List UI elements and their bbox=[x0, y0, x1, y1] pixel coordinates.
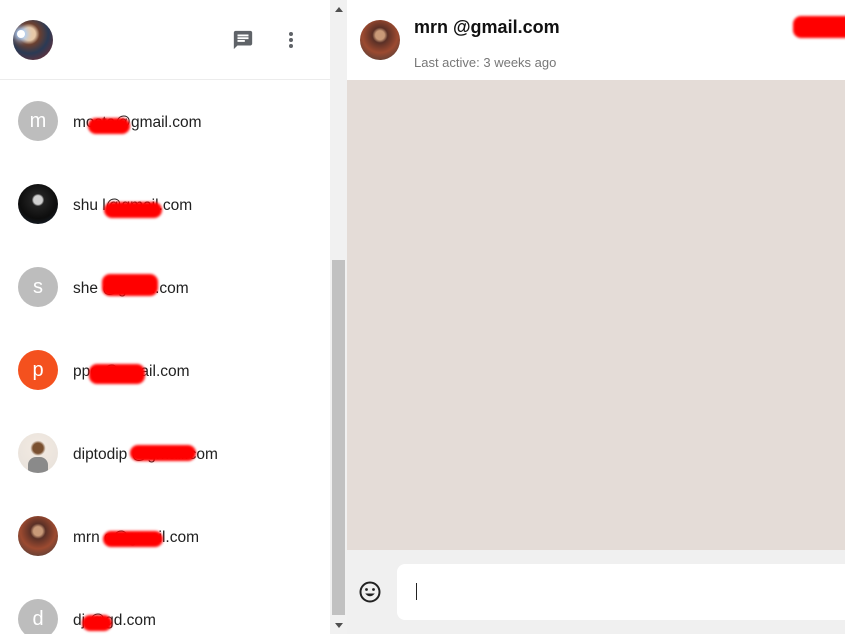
redaction-mark bbox=[102, 274, 158, 296]
contact-avatar: s bbox=[18, 267, 58, 307]
peer-name: mrn @gmail.com bbox=[414, 17, 560, 37]
contact-item[interactable]: d dj @gd.com bbox=[0, 578, 330, 634]
redaction-mark bbox=[88, 118, 130, 134]
chat-app: m mosta@gmail.com shu l@gmail.com s she … bbox=[0, 0, 845, 634]
peer-avatar[interactable] bbox=[360, 20, 400, 60]
redaction-mark bbox=[103, 531, 163, 547]
scroll-thumb[interactable] bbox=[332, 260, 345, 615]
avatar-initial: m bbox=[29, 109, 47, 132]
redaction-mark bbox=[793, 16, 845, 38]
contact-avatar bbox=[18, 433, 58, 473]
message-input[interactable] bbox=[397, 564, 845, 620]
contact-avatar: p bbox=[18, 350, 58, 390]
sidebar-scrollbar[interactable] bbox=[330, 0, 347, 634]
contact-avatar bbox=[18, 516, 58, 556]
chat-header: mrn @gmail.com Last active: 3 weeks ago bbox=[347, 0, 845, 80]
contact-avatar: d bbox=[18, 599, 58, 634]
contact-item[interactable]: m mosta@gmail.com bbox=[0, 80, 330, 163]
sidebar-header bbox=[0, 0, 330, 80]
user-avatar[interactable] bbox=[13, 20, 53, 60]
message-area bbox=[347, 80, 845, 550]
contact-item[interactable]: shu l@gmail.com bbox=[0, 163, 330, 246]
message-composer bbox=[347, 550, 845, 634]
contact-avatar bbox=[18, 184, 58, 224]
text-cursor bbox=[416, 583, 417, 600]
redaction-mark bbox=[104, 202, 162, 218]
contact-item[interactable]: s she @gmail.com bbox=[0, 246, 330, 329]
contact-item[interactable]: mrn e@gmail.com bbox=[0, 495, 330, 578]
scroll-down-icon[interactable] bbox=[330, 617, 347, 634]
avatar-initial: p bbox=[32, 358, 44, 381]
last-active-status: Last active: 3 weeks ago bbox=[414, 55, 557, 70]
contact-item[interactable]: p ppo @gmail.com bbox=[0, 329, 330, 412]
chat-panel: mrn @gmail.com Last active: 3 weeks ago bbox=[347, 0, 845, 634]
redaction-mark bbox=[130, 445, 196, 461]
more-vert-icon[interactable] bbox=[279, 28, 303, 52]
contact-list: m mosta@gmail.com shu l@gmail.com s she … bbox=[0, 80, 330, 634]
redaction-mark bbox=[82, 615, 112, 631]
avatar-initial: d bbox=[32, 607, 44, 630]
contact-avatar: m bbox=[18, 101, 58, 141]
avatar-initial: s bbox=[33, 275, 43, 298]
sidebar: m mosta@gmail.com shu l@gmail.com s she … bbox=[0, 0, 330, 634]
emoji-icon[interactable] bbox=[358, 580, 382, 604]
contact-item[interactable]: diptodip @gmail.com bbox=[0, 412, 330, 495]
scroll-up-icon[interactable] bbox=[330, 0, 347, 17]
redaction-mark bbox=[89, 364, 145, 384]
chat-icon[interactable] bbox=[231, 28, 255, 52]
